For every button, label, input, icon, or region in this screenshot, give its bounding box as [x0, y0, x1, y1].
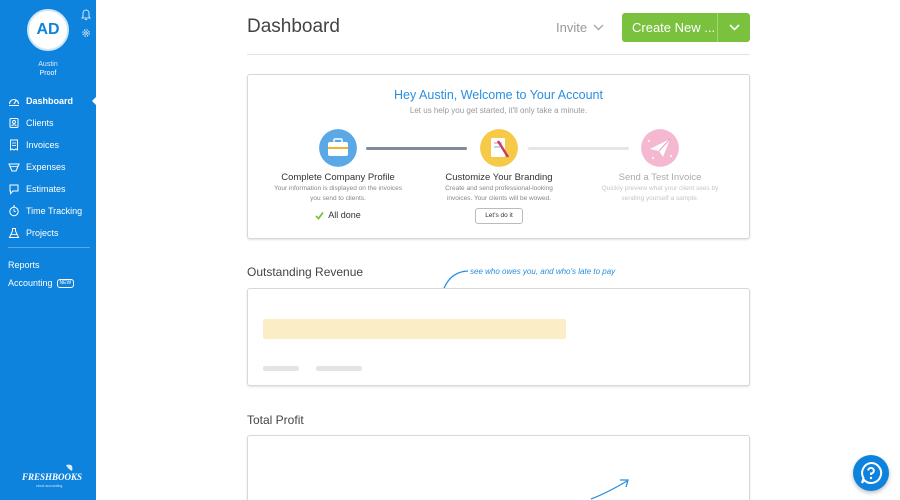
step-title: Complete Company Profile — [281, 172, 395, 183]
invite-label: Invite — [556, 20, 588, 35]
briefcase-icon — [319, 129, 357, 167]
sidebar-divider — [8, 247, 90, 248]
sidebar-item-label: Accounting — [8, 278, 53, 288]
projects-icon — [8, 228, 20, 238]
step-done-status: All done — [258, 210, 418, 220]
sidebar-item-label: Projects — [26, 228, 59, 238]
sidebar-item-dashboard[interactable]: Dashboard — [0, 90, 96, 112]
user-first-name: Austin — [38, 61, 58, 68]
annotation-arrow-icon — [590, 479, 629, 500]
sidebar-item-label: Time Tracking — [26, 206, 83, 216]
logo-tagline: cloud accounting — [36, 484, 62, 488]
chevron-down-icon — [728, 24, 740, 31]
invoices-icon — [10, 139, 18, 151]
logo-wordmark: FRESHBOOKS — [21, 472, 82, 482]
loading-placeholder-label — [263, 366, 299, 371]
step-connector-complete — [366, 147, 467, 150]
sidebar-item-label: Expenses — [26, 162, 66, 172]
loading-placeholder-label — [316, 366, 362, 371]
estimates-icon — [9, 184, 19, 195]
lets-do-it-button[interactable]: Let's do it — [475, 208, 523, 224]
create-new-label[interactable]: Create New ... — [622, 13, 718, 42]
step-connector-pending — [528, 147, 629, 150]
sidebar-item-label: Dashboard — [26, 96, 74, 106]
create-new-button[interactable]: Create New ... — [622, 13, 750, 42]
header-divider — [247, 54, 750, 55]
welcome-subtitle: Let us help you get started, it'll only … — [409, 106, 588, 115]
sidebar-item-estimates[interactable]: Estimates — [0, 178, 96, 200]
sidebar-item-reports[interactable]: Reports — [8, 260, 40, 270]
expenses-icon — [8, 163, 20, 172]
step-title: Customize Your Branding — [445, 172, 553, 183]
create-new-dropdown[interactable] — [718, 13, 750, 42]
welcome-card: Hey Austin, Welcome to Your Account Let … — [247, 74, 750, 239]
outstanding-annotation: see who owes you, and who's late to pay — [470, 267, 616, 276]
welcome-title: Hey Austin, Welcome to Your Account — [394, 88, 603, 102]
sidebar: AD Austin Proof Dashboard Clients Invoic… — [0, 0, 96, 500]
freshbooks-logo: FRESHBOOKS cloud accounting — [21, 464, 82, 488]
sidebar-item-invoices[interactable]: Invoices — [0, 134, 96, 156]
clock-icon — [9, 205, 19, 217]
clients-icon — [9, 118, 19, 128]
checkmark-icon — [315, 211, 324, 220]
outstanding-revenue-card — [247, 288, 750, 386]
help-button[interactable] — [853, 455, 889, 491]
paper-plane-icon — [641, 129, 679, 167]
invite-button[interactable]: Invite — [556, 20, 604, 35]
sidebar-item-expenses[interactable]: Expenses — [0, 156, 96, 178]
sidebar-item-label: Estimates — [26, 184, 66, 194]
sidebar-item-label: Clients — [26, 118, 54, 128]
bell-icon[interactable] — [80, 9, 92, 21]
user-last-name: Proof — [39, 70, 57, 77]
new-badge: NEW — [56, 278, 75, 288]
total-profit-title: Total Profit — [247, 413, 304, 427]
chevron-down-icon — [593, 24, 604, 31]
page-title: Dashboard — [247, 16, 340, 37]
outstanding-revenue-title: Outstanding Revenue — [247, 265, 364, 279]
dashboard-icon — [8, 98, 20, 106]
step-title: Send a Test Invoice — [618, 172, 702, 183]
paintbrush-icon — [480, 129, 518, 167]
sidebar-item-projects[interactable]: Projects — [0, 222, 96, 244]
avatar[interactable]: AD — [27, 9, 69, 51]
total-profit-card — [247, 435, 750, 500]
gear-icon[interactable] — [80, 27, 92, 39]
step-description: Your information is displayed on the inv… — [273, 185, 403, 202]
sidebar-nav: Dashboard Clients Invoices Expenses Esti… — [0, 90, 96, 244]
help-icon — [861, 461, 883, 484]
sidebar-item-label: Invoices — [26, 140, 60, 150]
step-description: Create and send professional-looking invo… — [445, 185, 553, 202]
step-description: Quickly preview what your client sees by… — [601, 185, 719, 202]
loading-placeholder-bar — [263, 319, 566, 339]
sidebar-item-clients[interactable]: Clients — [0, 112, 96, 134]
sidebar-item-time-tracking[interactable]: Time Tracking — [0, 200, 96, 222]
sidebar-item-accounting[interactable]: Accounting NEW — [8, 278, 75, 288]
